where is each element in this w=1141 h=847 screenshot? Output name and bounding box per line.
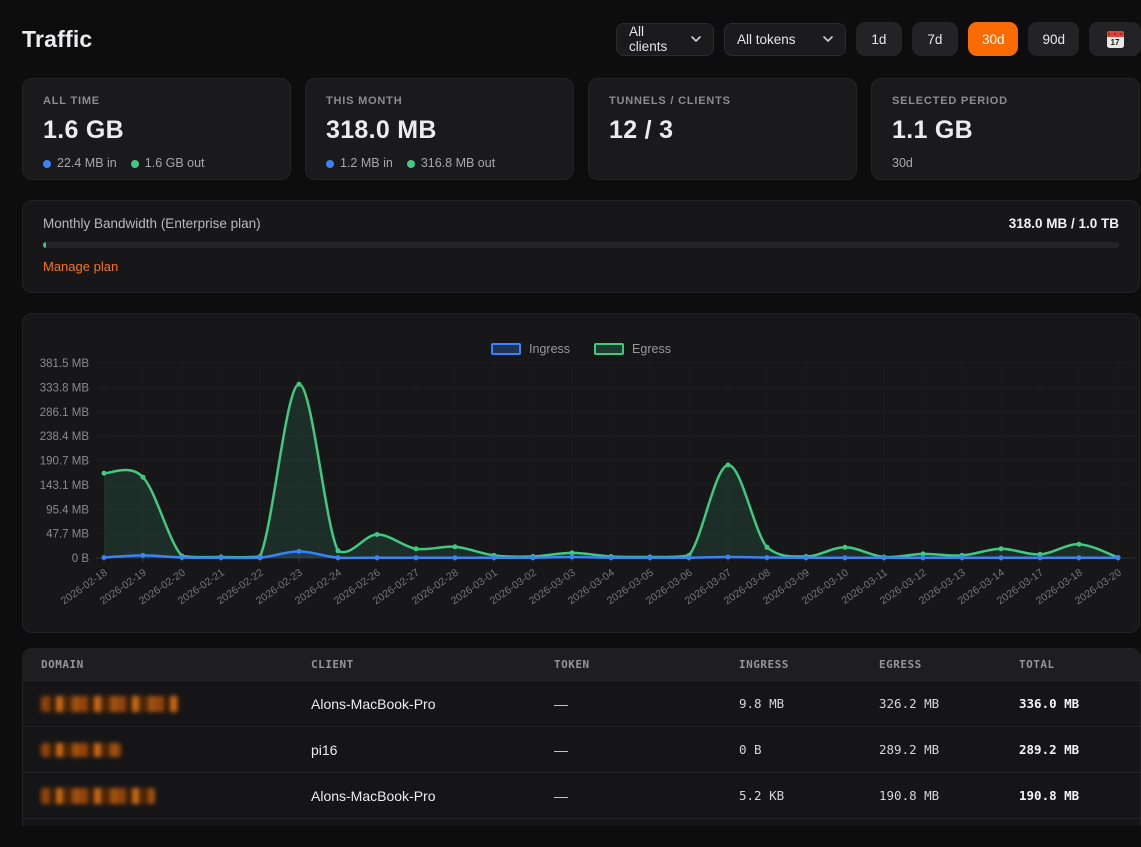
stat-card-all-time: ALL TIME 1.6 GB 22.4 MB in 1.6 GB out — [22, 78, 291, 180]
token-cell: — — [536, 696, 721, 712]
ingress-cell: 9.8 MB — [721, 696, 861, 711]
bandwidth-progressbar — [43, 242, 1119, 248]
col-total: TOTAL — [1001, 658, 1140, 671]
egress-stat: 316.8 MB out — [407, 156, 495, 170]
ingress-dot-icon — [43, 160, 51, 168]
table-header: DOMAIN CLIENT TOKEN INGRESS EGRESS TOTAL — [23, 649, 1140, 680]
stat-label: SELECTED PERIOD — [892, 95, 1119, 107]
redacted-domain — [41, 788, 155, 804]
traffic-page: Traffic All clients All tokens 1d 7d 30d… — [0, 0, 1141, 826]
stat-label: TUNNELS / CLIENTS — [609, 95, 836, 107]
total-cell: 289.2 MB — [1001, 742, 1140, 757]
chevron-down-icon — [823, 36, 833, 42]
range-button-90d[interactable]: 90d — [1028, 22, 1079, 56]
ingress-stat: 22.4 MB in — [43, 156, 117, 170]
range-button-30d[interactable]: 30d — [968, 22, 1019, 56]
ingress-cell: 0 B — [721, 742, 861, 757]
col-domain: DOMAIN — [23, 658, 293, 671]
chart-legend: Ingress Egress — [23, 342, 1139, 356]
table-row[interactable]: Alons-MacBook-Pro — 9.8 MB 326.2 MB 336.… — [23, 680, 1140, 726]
stat-label: ALL TIME — [43, 95, 270, 107]
egress-cell: 190.8 MB — [861, 788, 1001, 803]
stat-label: THIS MONTH — [326, 95, 553, 107]
token-cell: — — [536, 788, 721, 804]
redacted-domain — [41, 743, 121, 757]
custom-range-button[interactable]: 17 — [1089, 22, 1141, 56]
header-controls: All clients All tokens 1d 7d 30d 90d 17 — [616, 22, 1141, 56]
svg-text:190.7 MB: 190.7 MB — [40, 456, 90, 468]
token-filter-value: All tokens — [737, 32, 796, 47]
client-cell: Alons-MacBook-Pro — [293, 696, 536, 712]
stat-value: 12 / 3 — [609, 116, 836, 145]
stat-value: 318.0 MB — [326, 116, 553, 145]
svg-text:0 B: 0 B — [72, 553, 90, 565]
stat-value: 1.6 GB — [43, 116, 270, 145]
svg-text:333.8 MB: 333.8 MB — [40, 382, 90, 394]
egress-stat: 1.6 GB out — [131, 156, 205, 170]
ingress-swatch-icon — [491, 343, 521, 355]
col-egress: EGRESS — [861, 658, 1001, 671]
egress-cell: 326.2 MB — [861, 696, 1001, 711]
stat-value: 1.1 GB — [892, 116, 1119, 145]
period-sub: 30d — [892, 156, 1119, 170]
bandwidth-title: Monthly Bandwidth (Enterprise plan) — [43, 216, 261, 231]
page-header: Traffic All clients All tokens 1d 7d 30d… — [22, 0, 1141, 78]
calendar-icon: 17 — [1107, 31, 1124, 48]
bandwidth-panel: Monthly Bandwidth (Enterprise plan) 318.… — [22, 200, 1140, 293]
svg-text:238.4 MB: 238.4 MB — [40, 431, 90, 443]
token-filter-select[interactable]: All tokens — [724, 23, 846, 56]
egress-cell: 289.2 MB — [861, 742, 1001, 757]
col-ingress: INGRESS — [721, 658, 861, 671]
ingress-cell: 5.2 KB — [721, 788, 861, 803]
egress-swatch-icon — [594, 343, 624, 355]
legend-item-ingress[interactable]: Ingress — [491, 342, 570, 356]
range-button-1d[interactable]: 1d — [856, 22, 902, 56]
client-filter-value: All clients — [629, 24, 681, 54]
redacted-domain — [41, 696, 179, 712]
table-row[interactable]: Alons-MacBook-Pro — 5.2 KB 190.8 MB 190.… — [23, 772, 1140, 818]
table-row[interactable]: pi16 — 0 B 289.2 MB 289.2 MB — [23, 726, 1140, 772]
bandwidth-usage: 318.0 MB / 1.0 TB — [1009, 216, 1119, 231]
token-cell: — — [536, 742, 721, 758]
page-title: Traffic — [22, 26, 92, 53]
total-cell: 190.8 MB — [1001, 788, 1140, 803]
stat-card-this-month: THIS MONTH 318.0 MB 1.2 MB in 316.8 MB o… — [305, 78, 574, 180]
ingress-stat: 1.2 MB in — [326, 156, 393, 170]
client-cell: pi16 — [293, 742, 536, 758]
ingress-dot-icon — [326, 160, 334, 168]
svg-text:286.1 MB: 286.1 MB — [40, 407, 90, 419]
traffic-chart[interactable]: 0 B 47.7 MB 95.4 MB 143.1 MB 190.7 MB 238.4 M… — [23, 314, 1139, 632]
client-cell: Alons-MacBook-Pro — [293, 788, 536, 804]
bandwidth-progress-fill — [43, 242, 46, 248]
range-button-7d[interactable]: 7d — [912, 22, 958, 56]
table-row-clipped — [23, 818, 1140, 826]
stat-card-tunnels-clients: TUNNELS / CLIENTS 12 / 3 — [588, 78, 857, 180]
col-client: CLIENT — [293, 658, 536, 671]
egress-dot-icon — [131, 160, 139, 168]
manage-plan-link[interactable]: Manage plan — [43, 259, 118, 274]
egress-dot-icon — [407, 160, 415, 168]
traffic-chart-panel: Ingress Egress 0 B 47.7 MB 95.4 MB 143.1 MB… — [22, 313, 1140, 633]
chevron-down-icon — [691, 36, 701, 42]
stat-cards: ALL TIME 1.6 GB 22.4 MB in 1.6 GB out TH… — [22, 78, 1140, 180]
stat-card-selected-period: SELECTED PERIOD 1.1 GB 30d — [871, 78, 1140, 180]
svg-text:381.5 MB: 381.5 MB — [40, 358, 90, 370]
svg-text:47.7 MB: 47.7 MB — [46, 529, 89, 541]
client-filter-select[interactable]: All clients — [616, 23, 714, 56]
svg-text:143.1 MB: 143.1 MB — [40, 480, 90, 492]
total-cell: 336.0 MB — [1001, 696, 1140, 711]
traffic-table: DOMAIN CLIENT TOKEN INGRESS EGRESS TOTAL… — [22, 648, 1141, 826]
legend-item-egress[interactable]: Egress — [594, 342, 671, 356]
col-token: TOKEN — [536, 658, 721, 671]
svg-text:95.4 MB: 95.4 MB — [46, 504, 89, 516]
